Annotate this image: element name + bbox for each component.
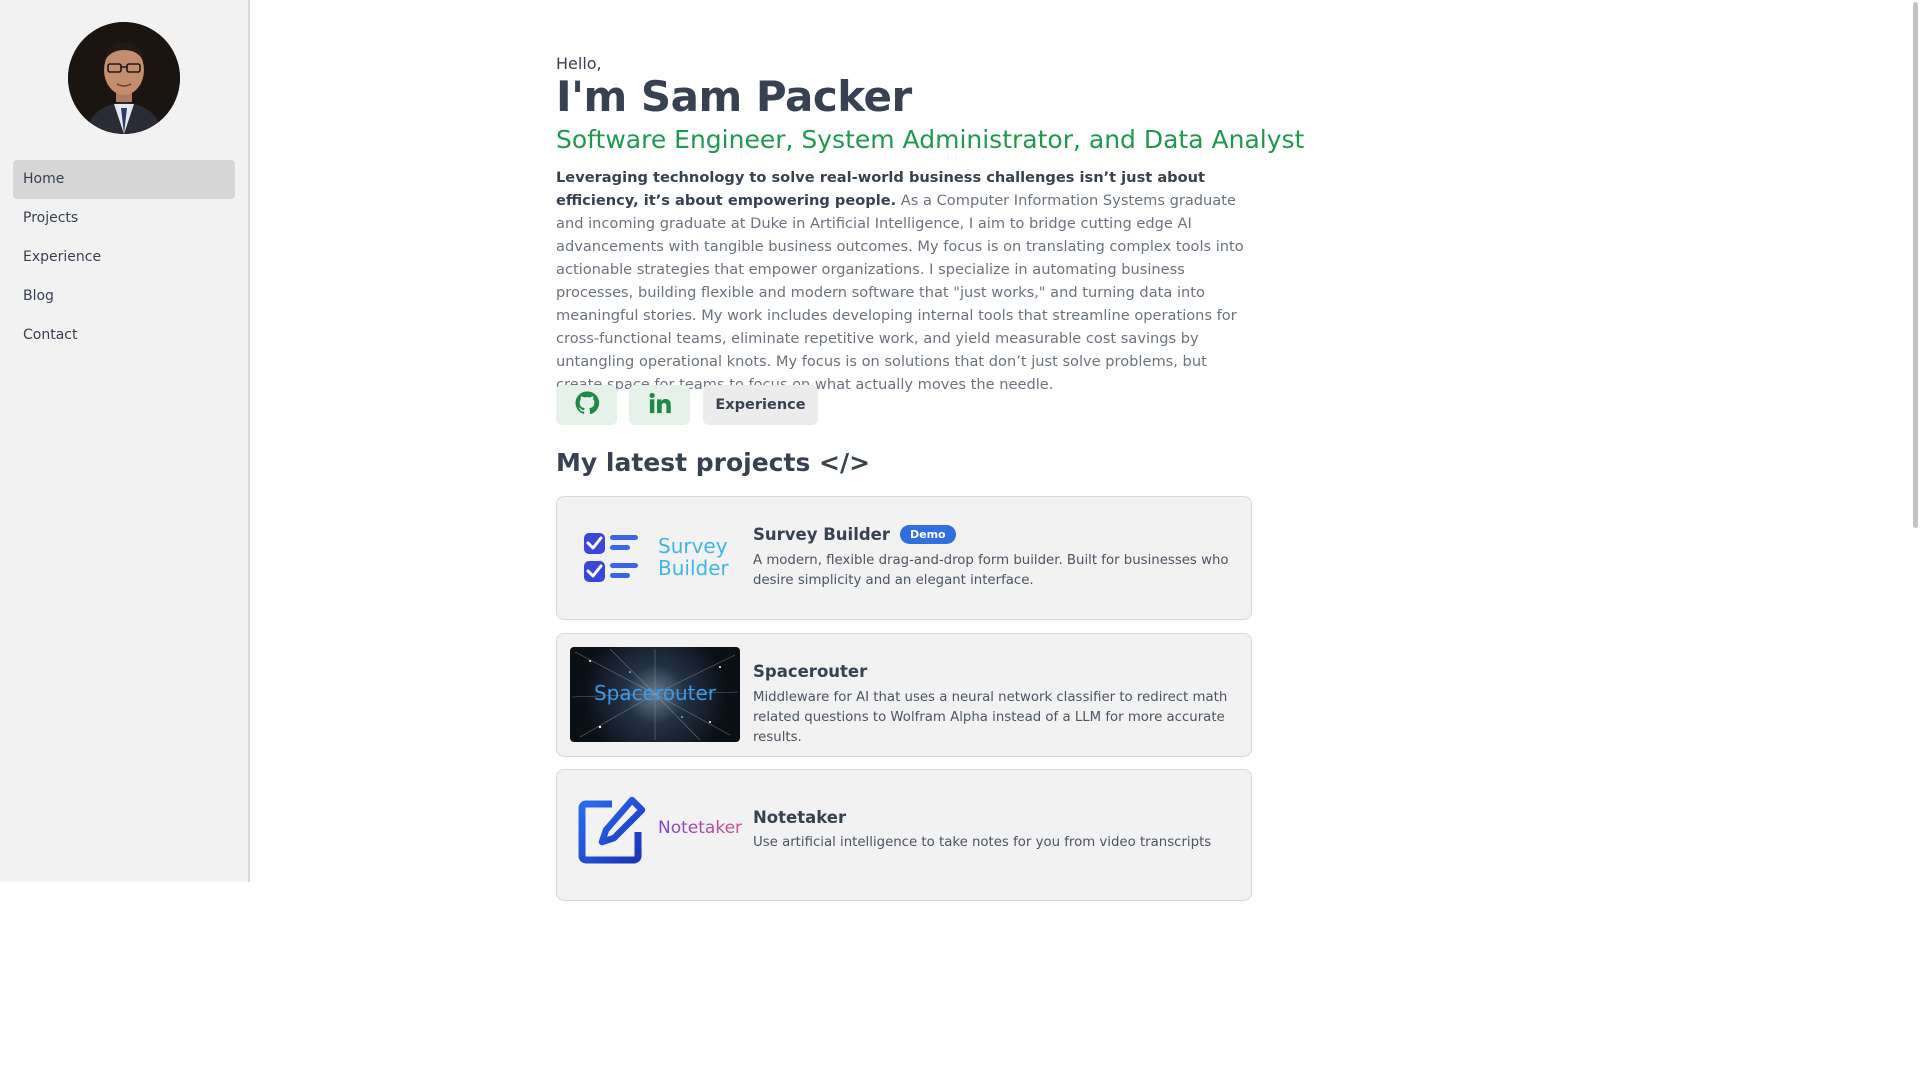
- greeting: Hello,: [556, 54, 602, 73]
- sidebar-item-contact[interactable]: Contact: [13, 316, 235, 355]
- sidebar-item-projects[interactable]: Projects: [13, 199, 235, 238]
- card-title-line: Notetaker: [753, 808, 846, 827]
- card-title-line: Spacerouter: [753, 662, 867, 681]
- notetaker-logo-text: Notetaker: [658, 818, 743, 838]
- page-title: I'm Sam Packer: [556, 72, 912, 121]
- project-description: Middleware for AI that uses a neural net…: [753, 690, 1228, 745]
- card-title-line: Survey Builder Demo: [753, 525, 956, 544]
- spacerouter-logo-text: Spacerouter: [593, 681, 716, 705]
- pencil-square-icon: [578, 796, 646, 864]
- sidebar-nav: Home Projects Experience Blog Contact: [13, 160, 235, 355]
- project-description: A modern, flexible drag-and-drop form bu…: [753, 553, 1229, 588]
- scrollbar-thumb[interactable]: [1913, 2, 1918, 528]
- sidebar-item-blog[interactable]: Blog: [13, 277, 235, 316]
- sidebar-item-experience[interactable]: Experience: [13, 238, 235, 277]
- project-title: Notetaker: [753, 808, 847, 827]
- github-button[interactable]: [556, 385, 617, 425]
- projects-heading: My latest projects </>: [556, 448, 871, 477]
- spacerouter-logo: Spacerouter: [570, 647, 740, 742]
- logo-line-1: Survey: [658, 534, 728, 558]
- notetaker-logo: Notetaker: [570, 794, 743, 866]
- linkedin-icon: [649, 392, 671, 418]
- sidebar: Home Projects Experience Blog Contact: [0, 0, 250, 882]
- project-card-notetaker[interactable]: Notetaker Notetaker Use artificial intel…: [556, 769, 1252, 901]
- demo-badge: Demo: [900, 525, 956, 544]
- logo-line-2: Builder: [658, 556, 729, 580]
- project-title: Spacerouter: [753, 662, 868, 681]
- profile-photo: [68, 22, 180, 134]
- survey-builder-logo-text: Survey Builder: [658, 535, 729, 579]
- linkedin-button[interactable]: [629, 385, 690, 425]
- roles-subtitle: Software Engineer, System Administrator,…: [556, 125, 1305, 154]
- experience-button[interactable]: Experience: [703, 385, 818, 425]
- project-card-spacerouter[interactable]: Spacerouter Spacerouter Middleware for A…: [556, 633, 1252, 757]
- sidebar-item-home[interactable]: Home: [13, 160, 235, 199]
- github-icon: [574, 391, 599, 419]
- survey-builder-logo: Survey Builder: [570, 523, 740, 591]
- project-title: Survey Builder: [753, 525, 890, 544]
- project-card-survey-builder[interactable]: Survey Builder Survey Builder Demo A mod…: [556, 496, 1252, 620]
- scrollbar[interactable]: [1912, 0, 1920, 882]
- avatar: [68, 22, 180, 134]
- bio-paragraph: Leveraging technology to solve real-worl…: [556, 166, 1252, 396]
- project-description: Use artificial intelligence to take note…: [753, 835, 1212, 850]
- bio-body: As a Computer Information Systems gradua…: [556, 192, 1244, 393]
